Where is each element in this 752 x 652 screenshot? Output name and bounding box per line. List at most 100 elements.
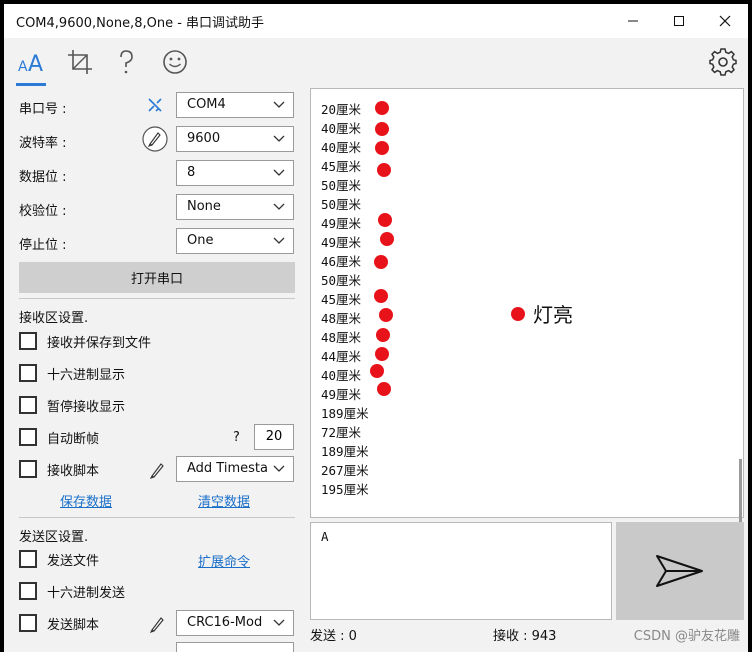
minimize-button[interactable]	[610, 4, 656, 38]
send-script-select[interactable]: CRC16-Mod	[176, 610, 294, 636]
font-icon: A A	[18, 52, 43, 77]
auto-frame-checkbox[interactable]	[19, 428, 37, 446]
marker-dot	[379, 308, 393, 322]
help-button[interactable]	[110, 46, 142, 78]
smiley-button[interactable]	[159, 46, 191, 78]
receive-line: 49厘米	[321, 235, 362, 250]
hex-send-label: 十六进制发送	[47, 586, 126, 601]
receive-settings-heading: 接收区设置.	[19, 311, 89, 326]
auto-frame-label: 自动断帧	[47, 432, 100, 447]
stopbits-select[interactable]: One	[176, 228, 294, 254]
receive-line: 49厘米	[321, 216, 362, 231]
marker-dot	[377, 163, 391, 177]
divider	[19, 298, 295, 299]
clear-data-link[interactable]: 清空数据	[198, 491, 250, 510]
app-window: COM4,9600,None,8,One - 串口调试助手 A A 串口号: …	[4, 4, 748, 652]
maximize-button[interactable]	[656, 4, 702, 38]
chevron-down-icon	[273, 135, 285, 142]
send-arrow-icon	[656, 555, 703, 587]
receive-line: 50厘米	[321, 197, 362, 212]
receive-line: 189厘米	[321, 406, 369, 421]
marker-dot	[375, 141, 389, 155]
send-file-checkbox[interactable]	[19, 550, 37, 568]
font-button[interactable]: A A	[15, 46, 47, 78]
close-icon	[719, 15, 731, 27]
receive-line: 20厘米	[321, 102, 362, 117]
title-bar: COM4,9600,None,8,One - 串口调试助手	[4, 4, 748, 38]
receive-line: 40厘米	[321, 121, 362, 136]
marker-dot	[377, 382, 391, 396]
window-title: COM4,9600,None,8,One - 串口调试助手	[16, 16, 265, 31]
extra-select[interactable]	[176, 642, 294, 652]
port-select[interactable]: COM4	[176, 92, 294, 118]
edit-script-icon[interactable]	[149, 461, 167, 479]
databits-label: 数据位 :	[19, 170, 67, 185]
receive-line: 195厘米	[321, 482, 369, 497]
send-input[interactable]: A	[310, 522, 612, 620]
baud-select[interactable]: 9600	[176, 126, 294, 152]
help-icon	[120, 50, 133, 74]
baud-select-value: 9600	[187, 131, 221, 146]
receive-line: 72厘米	[321, 425, 362, 440]
receive-line: 49厘米	[321, 387, 362, 402]
marker-dot	[375, 347, 389, 361]
auto-frame-input[interactable]: 20	[254, 424, 294, 450]
receive-line: 45厘米	[321, 292, 362, 307]
settings-button[interactable]	[707, 46, 739, 78]
receive-script-checkbox[interactable]	[19, 460, 37, 478]
marker-dot	[376, 328, 390, 342]
hex-send-checkbox[interactable]	[19, 582, 37, 600]
auto-frame-help[interactable]: ?	[233, 430, 240, 445]
marker-dot	[370, 364, 384, 378]
send-settings-heading: 发送区设置.	[19, 530, 89, 545]
parity-label: 校验位 :	[19, 204, 67, 219]
receive-line: 44厘米	[321, 349, 362, 364]
active-tab-indicator	[16, 83, 46, 86]
marker-dot	[380, 232, 394, 246]
send-file-label: 发送文件	[47, 554, 100, 569]
send-input-text: A	[321, 529, 329, 544]
receive-line: 50厘米	[321, 273, 362, 288]
receive-script-select[interactable]: Add Timesta	[176, 456, 294, 482]
baud-label: 波特率 :	[19, 136, 67, 151]
receive-line: 189厘米	[321, 444, 369, 459]
send-button[interactable]	[616, 522, 744, 620]
stopbits-label: 停止位 :	[19, 238, 67, 253]
receive-line: 50厘米	[321, 178, 362, 193]
expand-command-link[interactable]: 扩展命令	[198, 551, 250, 570]
pause-display-label: 暂停接收显示	[47, 400, 126, 415]
save-data-link[interactable]: 保存数据	[60, 491, 112, 510]
scan-port-icon[interactable]	[146, 96, 164, 114]
receive-script-value: Add Timesta	[187, 461, 268, 476]
chevron-down-icon	[273, 465, 285, 472]
legend-dot	[511, 306, 525, 321]
svg-text:A: A	[18, 59, 28, 75]
parity-select-value: None	[187, 199, 221, 214]
parity-select[interactable]: None	[176, 194, 294, 220]
edit-script-icon[interactable]	[149, 615, 167, 633]
smiley-icon	[163, 50, 187, 74]
databits-select[interactable]: 8	[176, 160, 294, 186]
receive-line: 267厘米	[321, 463, 369, 478]
receive-line: 45厘米	[321, 159, 362, 174]
receive-line: 48厘米	[321, 311, 362, 326]
save-to-file-label: 接收并保存到文件	[47, 336, 152, 351]
databits-select-value: 8	[187, 165, 196, 180]
crop-button[interactable]	[64, 46, 96, 78]
close-button[interactable]	[702, 4, 748, 38]
chevron-down-icon	[273, 101, 285, 108]
save-to-file-checkbox[interactable]	[19, 332, 37, 350]
legend: 灯亮	[511, 299, 573, 328]
chevron-down-icon	[273, 169, 285, 176]
hex-display-checkbox[interactable]	[19, 364, 37, 382]
receive-area[interactable]: 20厘米 40厘米 40厘米 45厘米 50厘米 50厘米 49厘米 49厘米 46厘米 50厘米…	[310, 88, 744, 599]
stopbits-select-value: One	[187, 233, 214, 248]
send-script-checkbox[interactable]	[19, 614, 37, 632]
pause-display-checkbox[interactable]	[19, 396, 37, 414]
custom-baud-icon[interactable]	[141, 125, 169, 153]
marker-dot	[375, 122, 389, 136]
marker-dot	[374, 289, 388, 303]
marker-dot	[374, 255, 388, 269]
open-port-button[interactable]: 打开串口	[19, 262, 295, 293]
marker-dot	[378, 213, 392, 227]
